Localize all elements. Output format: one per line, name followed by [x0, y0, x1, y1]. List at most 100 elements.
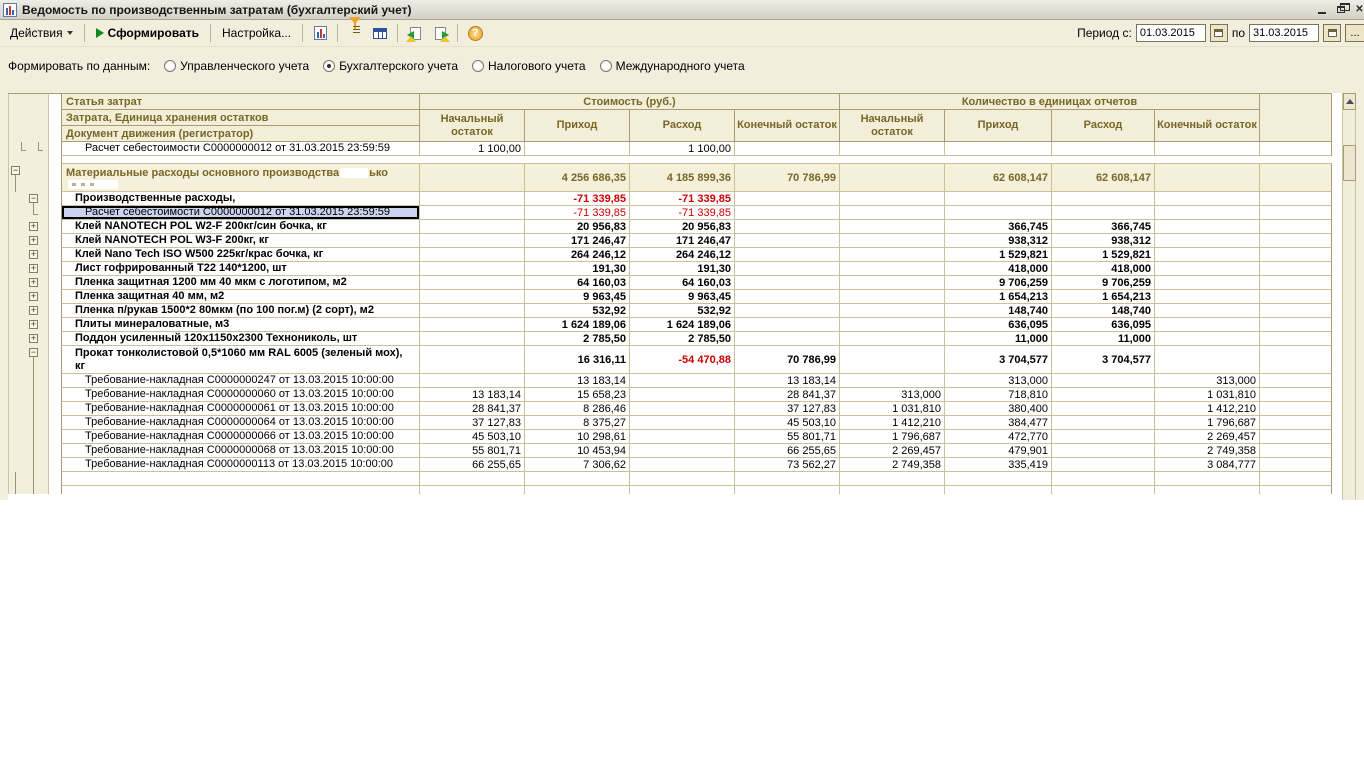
cell-out_cost[interactable] [630, 416, 735, 430]
cell-end_qty[interactable] [1155, 472, 1260, 486]
cell-start_cost[interactable] [420, 276, 525, 290]
restore-button[interactable] [1332, 2, 1349, 17]
cell-end_qty[interactable]: 1 412,210 [1155, 402, 1260, 416]
cell-start_qty[interactable] [840, 220, 945, 234]
cell-out_cost[interactable]: 9 963,45 [630, 290, 735, 304]
cell-in_cost[interactable] [525, 472, 630, 486]
restore-values-icon[interactable] [404, 23, 426, 44]
collapse-icon[interactable]: − [29, 194, 38, 203]
cell-out_cost[interactable]: -71 339,85 [630, 192, 735, 206]
cell-end_cost[interactable] [735, 318, 840, 332]
cell-in_cost[interactable]: 4 256 686,35 [525, 164, 630, 192]
row-label[interactable]: Материальные расходы основного производс… [62, 164, 420, 192]
cell-start_qty[interactable] [840, 332, 945, 346]
cell-start_cost[interactable] [420, 290, 525, 304]
cell-out_qty[interactable]: 62 608,147 [1052, 164, 1155, 192]
cell-in_qty[interactable]: 718,810 [945, 388, 1052, 402]
cell-start_qty[interactable] [840, 234, 945, 248]
radio-icon[interactable] [600, 60, 612, 72]
cell-out_cost[interactable] [630, 486, 735, 494]
cell-in_qty[interactable] [945, 192, 1052, 206]
cell-out_qty[interactable]: 11,000 [1052, 332, 1155, 346]
row-label[interactable]: Требование-накладная С0000000061 от 13.0… [62, 402, 420, 416]
cell-start_cost[interactable]: 55 801,71 [420, 444, 525, 458]
cell-out_qty[interactable]: 366,745 [1052, 220, 1155, 234]
cell-out_cost[interactable]: 4 185 899,36 [630, 164, 735, 192]
cell-in_qty[interactable] [945, 472, 1052, 486]
cell-start_cost[interactable] [420, 486, 525, 494]
cell-out_qty[interactable]: 1 654,213 [1052, 290, 1155, 304]
cell-out_cost[interactable] [630, 430, 735, 444]
cell-start_qty[interactable] [840, 248, 945, 262]
cell-end_qty[interactable] [1155, 486, 1260, 494]
minimize-button[interactable] [1313, 2, 1330, 17]
cell-in_qty[interactable]: 479,901 [945, 444, 1052, 458]
cell-start_cost[interactable]: 13 183,14 [420, 388, 525, 402]
cell-end_cost[interactable] [735, 142, 840, 156]
expand-icon[interactable]: + [29, 250, 38, 259]
cell-out_qty[interactable] [1052, 402, 1155, 416]
cell-end_cost[interactable] [735, 304, 840, 318]
cell-in_qty[interactable]: 313,000 [945, 374, 1052, 388]
cell-in_cost[interactable]: 9 963,45 [525, 290, 630, 304]
cell-in_cost[interactable]: 191,30 [525, 262, 630, 276]
cell-in_cost[interactable]: 8 375,27 [525, 416, 630, 430]
cell-end_cost[interactable] [735, 290, 840, 304]
cell-in_cost[interactable] [525, 486, 630, 494]
cell-end_qty[interactable]: 2 749,358 [1155, 444, 1260, 458]
cell-start_qty[interactable] [840, 486, 945, 494]
cell-start_cost[interactable] [420, 472, 525, 486]
cell-out_cost[interactable]: 20 956,83 [630, 220, 735, 234]
cell-start_qty[interactable] [840, 142, 945, 156]
cell-end_qty[interactable] [1155, 164, 1260, 192]
cell-end_cost[interactable] [735, 248, 840, 262]
row-label[interactable]: Пленка защитная 1200 мм 40 мкм с логотип… [62, 276, 420, 290]
cell-in_cost[interactable]: 10 298,61 [525, 430, 630, 444]
cell-start_qty[interactable] [840, 276, 945, 290]
cell-start_qty[interactable] [840, 164, 945, 192]
cell-start_qty[interactable] [840, 318, 945, 332]
cell-end_cost[interactable] [735, 206, 840, 220]
cell-in_qty[interactable]: 335,419 [945, 458, 1052, 472]
cell-start_qty[interactable]: 1 412,210 [840, 416, 945, 430]
cell-in_qty[interactable] [945, 486, 1052, 494]
row-label[interactable]: Плиты минераловатные, м3 [62, 318, 420, 332]
expand-icon[interactable]: + [29, 292, 38, 301]
cell-end_qty[interactable] [1155, 290, 1260, 304]
row-label[interactable] [62, 486, 420, 494]
cell-in_qty[interactable]: 11,000 [945, 332, 1052, 346]
cell-in_cost[interactable]: 16 316,11 [525, 346, 630, 374]
cell-end_qty[interactable] [1155, 262, 1260, 276]
cell-out_qty[interactable] [1052, 416, 1155, 430]
cell-out_cost[interactable]: 191,30 [630, 262, 735, 276]
calendar-button[interactable] [1210, 24, 1228, 42]
cell-start_qty[interactable] [840, 290, 945, 304]
help-icon[interactable]: ? [464, 23, 486, 44]
row-label[interactable]: Клей Nano Tech ISO W500 225кг/крас бочка… [62, 248, 420, 262]
expand-icon[interactable]: + [29, 334, 38, 343]
cell-in_qty[interactable] [945, 142, 1052, 156]
cell-in_cost[interactable]: 171 246,47 [525, 234, 630, 248]
vertical-scrollbar[interactable] [1342, 93, 1356, 500]
cell-out_cost[interactable]: 2 785,50 [630, 332, 735, 346]
cell-end_cost[interactable]: 70 786,99 [735, 346, 840, 374]
cell-end_qty[interactable] [1155, 206, 1260, 220]
cell-in_qty[interactable]: 384,477 [945, 416, 1052, 430]
cell-start_cost[interactable] [420, 346, 525, 374]
cell-start_cost[interactable] [420, 164, 525, 192]
cell-out_cost[interactable] [630, 472, 735, 486]
cell-end_qty[interactable] [1155, 318, 1260, 332]
cell-end_qty[interactable] [1155, 276, 1260, 290]
cell-end_qty[interactable] [1155, 332, 1260, 346]
filter-icon[interactable] [344, 23, 366, 44]
cell-out_cost[interactable]: 171 246,47 [630, 234, 735, 248]
cell-in_cost[interactable]: 13 183,14 [525, 374, 630, 388]
radio-icon[interactable] [323, 60, 335, 72]
cell-in_cost[interactable]: 64 160,03 [525, 276, 630, 290]
cell-in_qty[interactable]: 62 608,147 [945, 164, 1052, 192]
cell-in_cost[interactable]: 2 785,50 [525, 332, 630, 346]
cell-start_qty[interactable] [840, 262, 945, 276]
cell-out_cost[interactable] [630, 374, 735, 388]
cell-in_cost[interactable]: 7 306,62 [525, 458, 630, 472]
cell-end_cost[interactable] [735, 276, 840, 290]
